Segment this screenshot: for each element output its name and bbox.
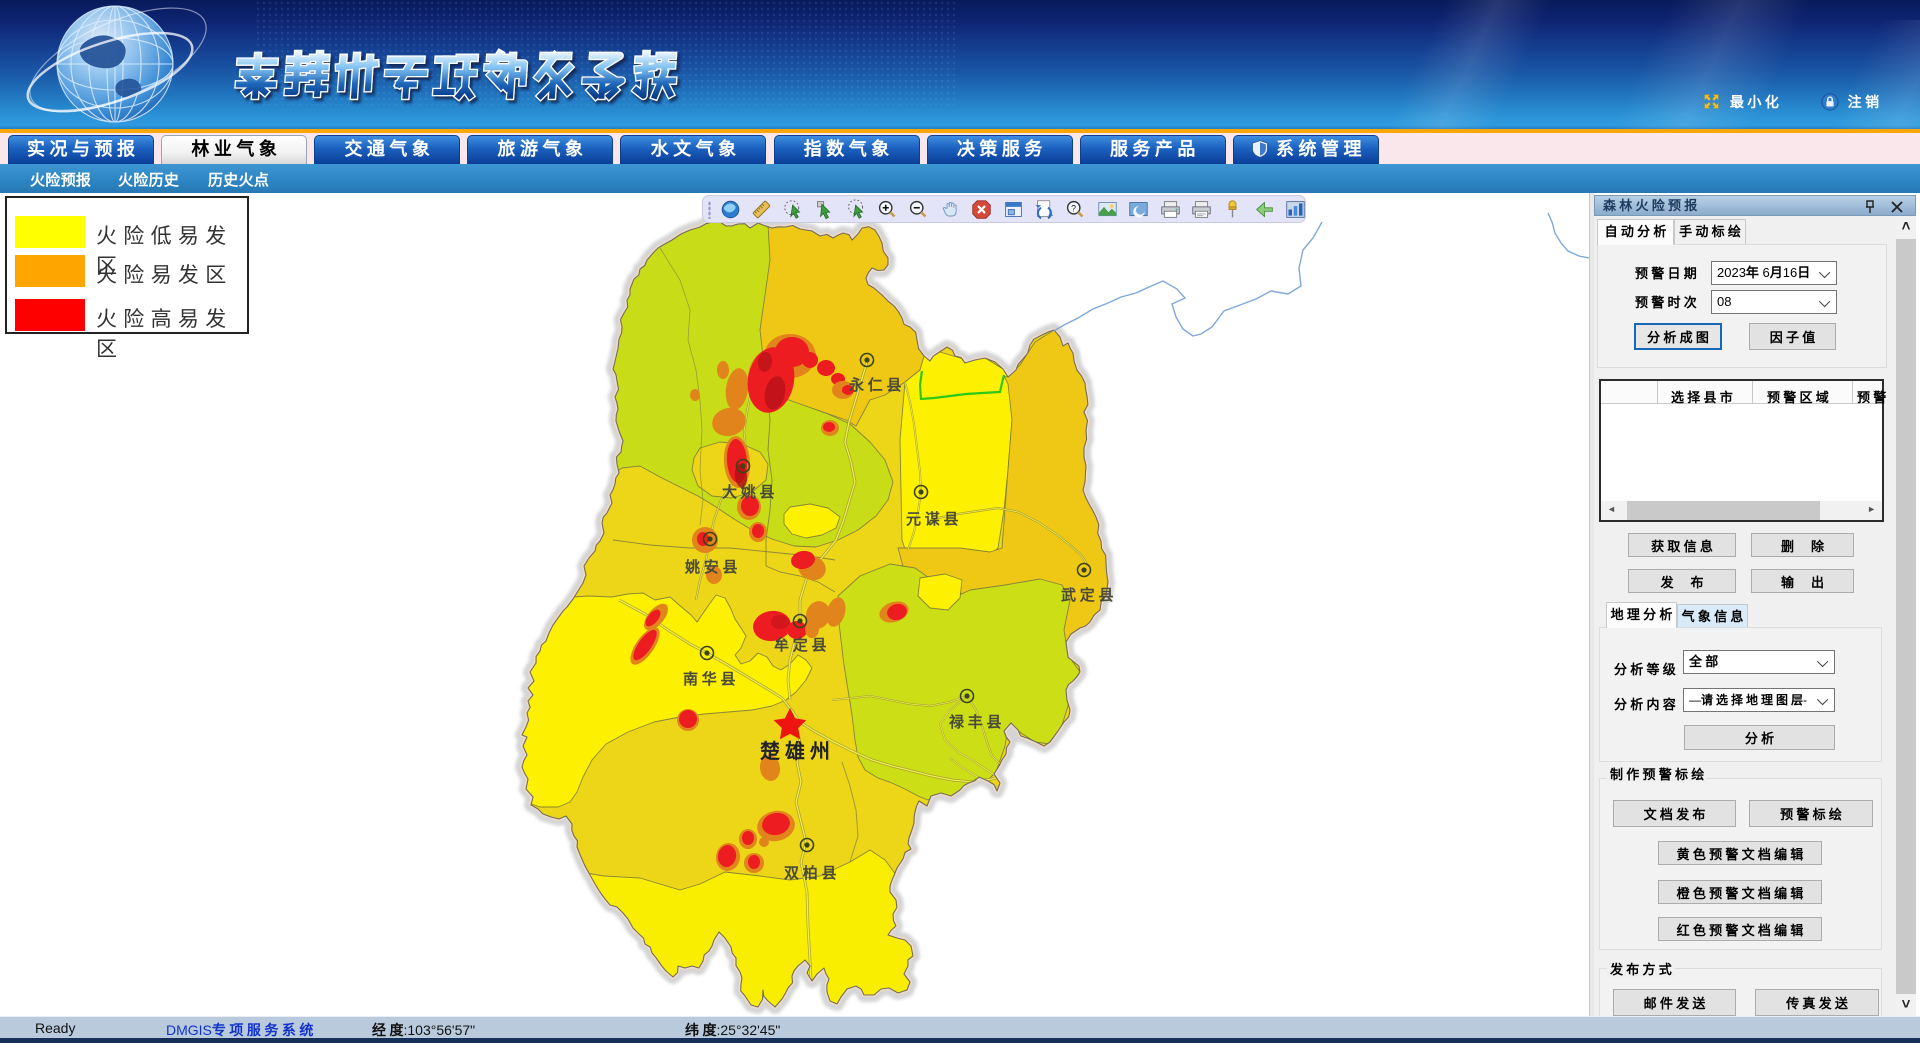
svg-text:楚雄州: 楚雄州 [760, 739, 835, 763]
svg-text:大姚县: 大姚县 [722, 483, 778, 501]
svg-text:?: ? [1072, 203, 1077, 213]
svg-text:牟定县: 牟定县 [774, 636, 830, 654]
svg-text:南华县: 南华县 [683, 670, 739, 688]
svg-text:元谋县: 元谋县 [906, 511, 962, 528]
svg-text:禄丰县: 禄丰县 [948, 713, 1005, 731]
svg-text:姚安县: 姚安县 [684, 558, 741, 576]
svg-text:双柏县: 双柏县 [784, 864, 840, 882]
svg-text:武定县: 武定县 [1061, 586, 1117, 604]
svg-text:永仁县: 永仁县 [848, 376, 905, 394]
